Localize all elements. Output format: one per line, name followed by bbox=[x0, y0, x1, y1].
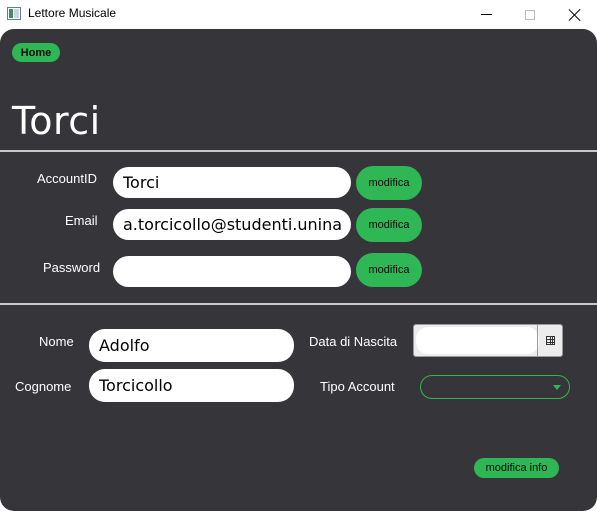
cognome-field[interactable] bbox=[89, 369, 294, 402]
page-title: Torci bbox=[12, 99, 101, 143]
calendar-icon bbox=[545, 336, 555, 345]
maximize-button[interactable] bbox=[507, 0, 553, 29]
divider bbox=[0, 150, 597, 152]
tipo-account-label: Tipo Account bbox=[320, 379, 395, 394]
calendar-button[interactable] bbox=[537, 325, 562, 356]
tipo-account-select[interactable] bbox=[420, 375, 570, 399]
chevron-down-icon bbox=[553, 385, 561, 390]
close-icon bbox=[569, 9, 581, 21]
window-titlebar: Lettore Musicale bbox=[0, 0, 597, 29]
modify-password-button[interactable]: modifica bbox=[356, 253, 422, 287]
home-button[interactable]: Home bbox=[12, 43, 60, 62]
divider bbox=[0, 303, 597, 305]
nome-label: Nome bbox=[39, 334, 74, 349]
accountid-label: AccountID bbox=[37, 171, 97, 186]
cognome-label: Cognome bbox=[15, 379, 72, 394]
nome-field[interactable] bbox=[89, 329, 294, 362]
modify-email-button[interactable]: modifica bbox=[356, 208, 422, 242]
window-title: Lettore Musicale bbox=[28, 6, 117, 20]
password-field[interactable] bbox=[113, 256, 351, 287]
password-label: Password bbox=[43, 260, 101, 275]
date-picker bbox=[413, 324, 563, 357]
modify-info-button[interactable]: modifica info bbox=[474, 458, 559, 478]
email-label: Email bbox=[65, 213, 98, 228]
maximize-icon bbox=[525, 9, 535, 20]
email-field[interactable] bbox=[113, 209, 351, 240]
app-icon bbox=[7, 7, 21, 20]
data-nascita-label: Data di Nascita bbox=[309, 334, 398, 349]
accountid-field[interactable] bbox=[113, 167, 351, 198]
close-button[interactable] bbox=[552, 0, 597, 29]
minimize-icon bbox=[480, 14, 492, 15]
main-pane: Home Torci AccountID modifica Email modi… bbox=[0, 29, 597, 511]
modify-accountid-button[interactable]: modifica bbox=[356, 166, 422, 200]
minimize-button[interactable] bbox=[463, 0, 509, 29]
birthdate-field[interactable] bbox=[416, 327, 539, 354]
